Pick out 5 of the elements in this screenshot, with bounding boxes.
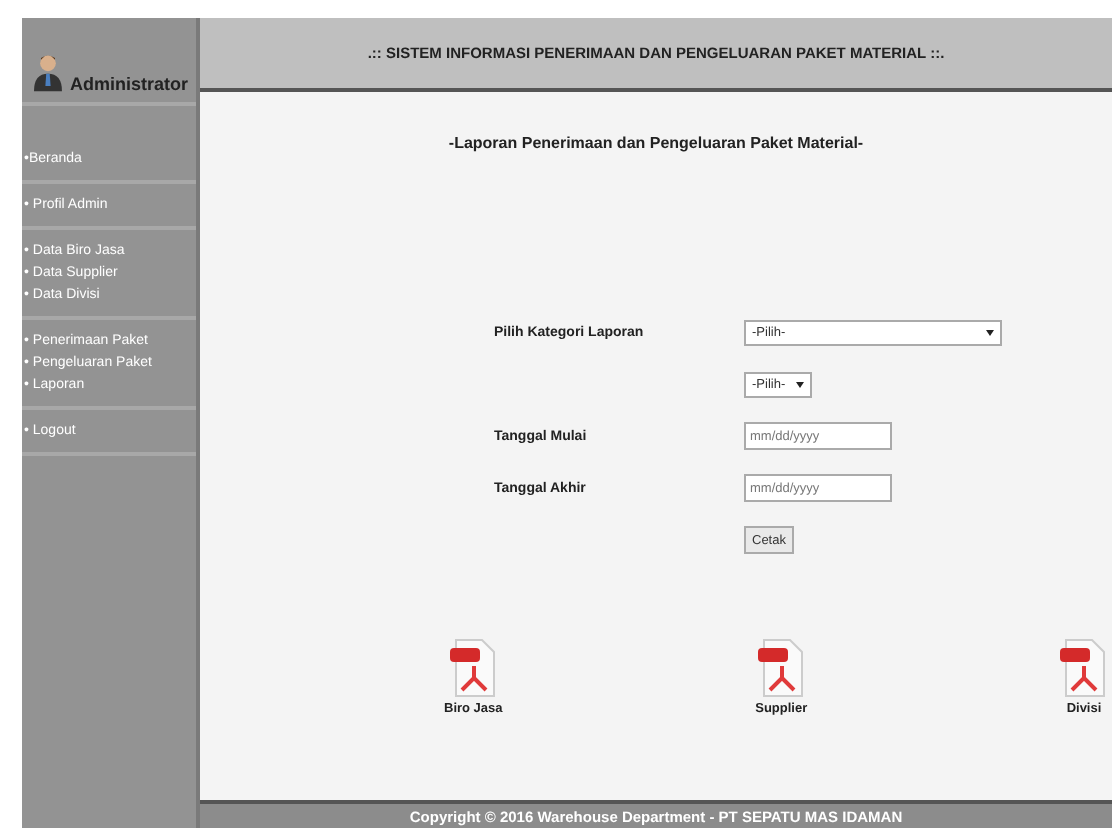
user-avatar-icon [34, 50, 62, 94]
pdf-file-icon [757, 638, 806, 698]
pdf-file-icon [449, 638, 498, 698]
user-name: Administrator [69, 74, 188, 94]
page-heading: -Laporan Penerimaan dan Pengeluaran Paket Material- [446, 134, 866, 152]
